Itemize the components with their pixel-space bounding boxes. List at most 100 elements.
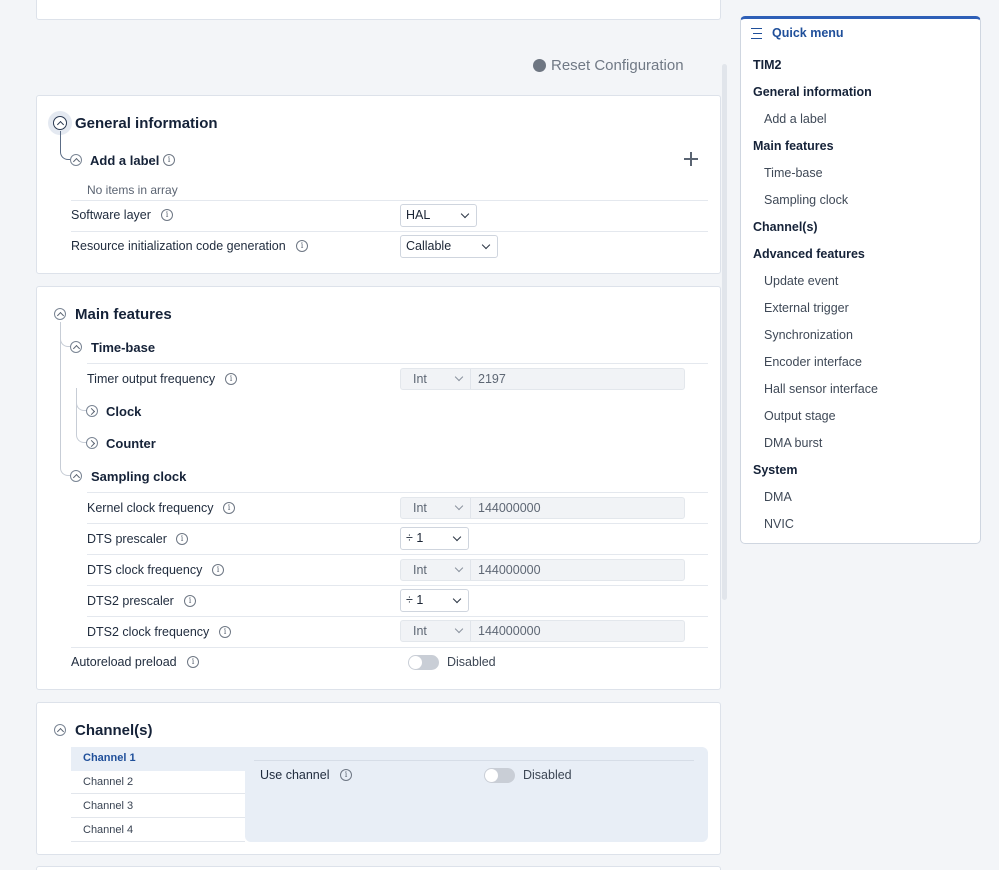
divider [254, 760, 694, 761]
resource-init-select[interactable]: Callable [400, 235, 498, 258]
quick-menu-item-add-a-label[interactable]: Add a label [764, 112, 827, 126]
use-channel-info-icon[interactable]: i [340, 769, 352, 781]
timer-output-label: Timer output frequency [87, 372, 216, 386]
chevron-down-icon [460, 209, 470, 219]
divider [87, 523, 708, 524]
divider [470, 560, 471, 580]
counter-expand-icon[interactable] [86, 437, 98, 449]
quick-menu-item-system[interactable]: System [753, 463, 797, 477]
dts2-clock-field[interactable]: Int 144000000 [400, 620, 685, 642]
quick-menu-item-main-features[interactable]: Main features [753, 139, 834, 153]
dts2-prescaler-info-icon[interactable]: i [184, 595, 196, 607]
autoreload-preload-state: Disabled [447, 655, 496, 669]
timer-output-info-icon[interactable]: i [225, 373, 237, 385]
tree-connector [60, 131, 70, 160]
reset-configuration-button[interactable]: Reset Configuration [533, 57, 684, 74]
sampling-clock-title: Sampling clock [91, 469, 187, 484]
tab-channel-1[interactable]: Channel 1 [71, 747, 245, 770]
previous-section-card [36, 0, 721, 20]
dts-prescaler-label: DTS prescaler [87, 532, 167, 546]
general-information-title: General information [75, 115, 218, 132]
quick-menu-item-update-event[interactable]: Update event [764, 274, 838, 288]
next-section-card [36, 866, 721, 870]
menu-list-icon [751, 27, 764, 39]
dts2-clock-unit: Int [413, 624, 427, 638]
dts2-prescaler-label: DTS2 prescaler [87, 594, 174, 608]
timer-output-value: 2197 [478, 372, 506, 386]
sampling-clock-collapse-icon[interactable] [70, 470, 82, 482]
tree-connector [76, 388, 86, 411]
reset-dot-icon [533, 59, 546, 72]
quick-menu-item-channel-s[interactable]: Channel(s) [753, 220, 818, 234]
main-features-title: Main features [75, 306, 172, 323]
use-channel-state: Disabled [523, 768, 572, 782]
quick-menu-item-output-stage[interactable]: Output stage [764, 409, 836, 423]
quick-menu-item-time-base[interactable]: Time-base [764, 166, 823, 180]
quick-menu-item-synchronization[interactable]: Synchronization [764, 328, 853, 342]
kernel-clock-field[interactable]: Int 144000000 [400, 497, 685, 519]
divider [87, 554, 708, 555]
dts-prescaler-select[interactable]: ÷ 1 [400, 527, 469, 550]
autoreload-preload-label: Autoreload preload [71, 655, 177, 669]
use-channel-toggle[interactable] [484, 768, 515, 783]
kernel-clock-unit: Int [413, 501, 427, 515]
tab-channel-3[interactable]: Channel 3 [71, 795, 245, 818]
use-channel-label: Use channel [260, 768, 330, 782]
autoreload-preload-info-icon[interactable]: i [187, 656, 199, 668]
dts2-prescaler-select[interactable]: ÷ 1 [400, 589, 469, 612]
chevron-down-icon [454, 563, 464, 573]
quick-menu-item-dma[interactable]: DMA [764, 490, 792, 504]
timebase-collapse-icon[interactable] [70, 341, 82, 353]
quick-menu-item-advanced-features[interactable]: Advanced features [753, 247, 865, 261]
clock-title: Clock [106, 404, 142, 419]
divider [87, 492, 708, 493]
quick-menu-item-encoder-interface[interactable]: Encoder interface [764, 355, 862, 369]
dts-clock-field[interactable]: Int 144000000 [400, 559, 685, 581]
general-collapse-icon[interactable] [53, 116, 67, 130]
chevron-down-icon [454, 624, 464, 634]
add-label-collapse-icon[interactable] [70, 154, 82, 166]
quick-menu-title: Quick menu [772, 26, 844, 40]
dts2-prescaler-value: ÷ 1 [406, 593, 424, 607]
dts2-clock-label: DTS2 clock frequency [87, 625, 210, 639]
divider [71, 200, 708, 201]
add-label-info-icon[interactable]: i [163, 154, 175, 166]
quick-menu-item-external-trigger[interactable]: External trigger [764, 301, 849, 315]
divider [87, 616, 708, 617]
divider [71, 647, 708, 648]
kernel-clock-value: 144000000 [478, 501, 541, 515]
kernel-clock-info-icon[interactable]: i [223, 502, 235, 514]
dts-clock-label: DTS clock frequency [87, 563, 203, 577]
content-scrollbar[interactable] [722, 64, 727, 600]
tab-channel-2[interactable]: Channel 2 [71, 771, 245, 794]
quick-menu-item-hall-sensor-interface[interactable]: Hall sensor interface [764, 382, 878, 396]
divider [470, 621, 471, 641]
timebase-title: Time-base [91, 340, 156, 355]
quick-menu-item-sampling-clock[interactable]: Sampling clock [764, 193, 848, 207]
tab-channel-4[interactable]: Channel 4 [71, 819, 245, 842]
clock-expand-icon[interactable] [86, 405, 98, 417]
add-label-plus-icon[interactable] [684, 152, 698, 166]
divider [87, 363, 708, 364]
tree-connector [60, 455, 70, 476]
tree-connector [76, 420, 86, 443]
dts-prescaler-value: ÷ 1 [406, 531, 424, 545]
quick-menu-header[interactable]: Quick menu [751, 26, 844, 40]
quick-menu-item-nvic[interactable]: NVIC [764, 517, 794, 531]
software-layer-info-icon[interactable]: i [161, 209, 173, 221]
timer-output-field[interactable]: Int 2197 [400, 368, 685, 390]
software-layer-value: HAL [406, 208, 431, 222]
dts-prescaler-info-icon[interactable]: i [176, 533, 188, 545]
quick-menu-item-general-information[interactable]: General information [753, 85, 872, 99]
resource-init-info-icon[interactable]: i [296, 240, 308, 252]
reset-configuration-label: Reset Configuration [551, 57, 684, 74]
dts2-clock-info-icon[interactable]: i [219, 626, 231, 638]
main-features-collapse-icon[interactable] [54, 308, 66, 320]
channels-title: Channel(s) [75, 722, 153, 739]
software-layer-select[interactable]: HAL [400, 204, 477, 227]
quick-menu-item-tim2[interactable]: TIM2 [753, 58, 781, 72]
autoreload-preload-toggle[interactable] [408, 655, 439, 670]
channels-collapse-icon[interactable] [54, 724, 66, 736]
dts-clock-info-icon[interactable]: i [212, 564, 224, 576]
quick-menu-item-dma-burst[interactable]: DMA burst [764, 436, 822, 450]
